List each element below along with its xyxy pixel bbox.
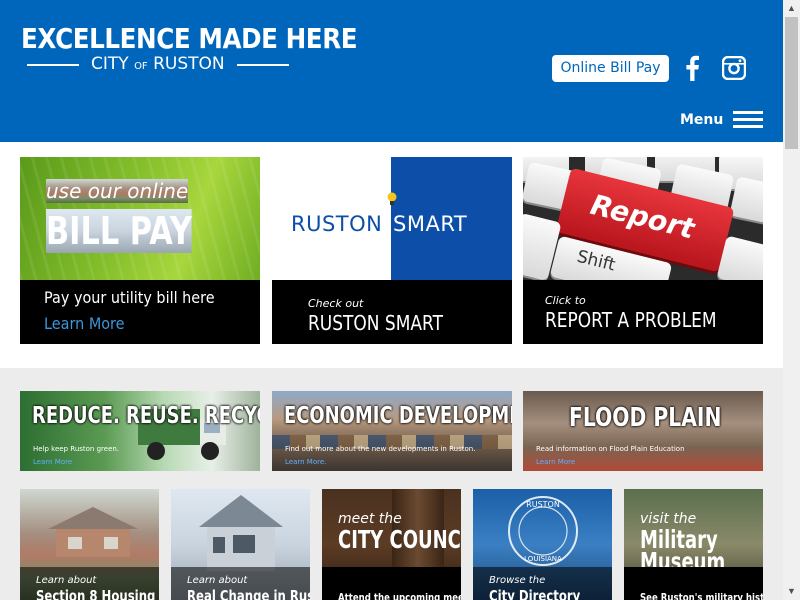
city-directory-tile[interactable]: RUSTON LOUISIANA Browse the City Directo…: [473, 489, 612, 600]
section-8-caption-small: Learn about: [36, 575, 97, 586]
report-problem-caption-small: Click to: [545, 294, 586, 307]
menu-toggle[interactable]: Menu: [680, 110, 764, 130]
ruston-smart-logo-image: RUSTON SMART: [272, 157, 512, 280]
seal-top-text: RUSTON: [526, 500, 560, 509]
ruston-smart-logo-left: RUSTON: [291, 212, 383, 236]
ruston-smart-caption-small: Check out: [308, 297, 364, 310]
city-council-tile[interactable]: meet the CITY COUNCIL Attend the upcomin…: [322, 489, 461, 600]
military-museum-tile[interactable]: visit the Military Museum See Ruston's m…: [624, 489, 763, 600]
lightbulb-icon: [387, 192, 397, 205]
recycle-tile-subtitle: Help keep Ruston green.: [33, 445, 120, 453]
real-change-caption-small: Learn about: [187, 575, 248, 586]
ruston-smart-logo-right: SMART: [393, 212, 468, 236]
house-photo: [48, 507, 138, 557]
flood-plain-tile[interactable]: FLOOD PLAIN Read information on Flood Pl…: [523, 391, 763, 471]
facebook-icon[interactable]: [683, 55, 701, 81]
flood-plain-learn-more-link[interactable]: Learn More: [536, 458, 575, 466]
page-scrollbar[interactable]: ▲ ▼: [783, 0, 800, 600]
city-directory-caption-big: City Directory: [489, 587, 581, 600]
recycle-tile-title: REDUCE. REUSE. RECYCLE.: [32, 403, 260, 429]
section-8-caption-big: Section 8 Housing: [36, 587, 156, 600]
site-logo-subtitle[interactable]: CITY OF RUSTON: [27, 54, 289, 74]
house-photo: [199, 495, 283, 571]
economic-development-subtitle: Find out more about the new developments…: [285, 445, 476, 453]
city-council-caption: Attend the upcoming meeting: [338, 591, 461, 600]
report-key-label: Report: [587, 188, 698, 246]
keyboard-report-image: Report Shift: [523, 157, 763, 280]
logo-city-name: CITY OF RUSTON: [91, 54, 225, 74]
hamburger-icon: [733, 111, 764, 129]
real-change-caption-big: Real Change in Ruston: [187, 587, 310, 600]
ruston-smart-feature-tile[interactable]: RUSTON SMART Check out RUSTON SMART: [272, 157, 512, 344]
bill-pay-overlay-small: use our online: [46, 179, 189, 203]
ruston-smart-caption: Check out RUSTON SMART: [272, 280, 512, 344]
site-logo-title[interactable]: EXCELLENCE MADE HERE: [21, 22, 358, 55]
real-change-tile[interactable]: Learn about Real Change in Ruston: [171, 489, 310, 600]
city-directory-caption-small: Browse the: [489, 575, 546, 586]
bill-pay-caption-text: Pay your utility bill here: [44, 288, 215, 307]
scroll-thumb[interactable]: [785, 17, 798, 149]
economic-development-learn-more-link[interactable]: Learn More.: [285, 458, 326, 466]
online-bill-pay-button[interactable]: Online Bill Pay: [552, 55, 669, 82]
logo-divider-left: [27, 64, 79, 66]
menu-label: Menu: [680, 112, 724, 128]
city-council-overlay-big: CITY COUNCIL: [338, 525, 461, 554]
site-header: EXCELLENCE MADE HERE CITY OF RUSTON Onli…: [0, 0, 783, 142]
section-8-housing-tile[interactable]: Learn about Section 8 Housing: [20, 489, 159, 600]
flood-plain-subtitle: Read information on Flood Plain Educatio…: [536, 445, 685, 453]
shift-key-label: Shift: [574, 246, 618, 276]
report-problem-caption-big: REPORT A PROBLEM: [545, 308, 717, 332]
scroll-up-arrow-icon[interactable]: ▲: [783, 0, 800, 17]
bill-pay-feature-tile[interactable]: use our online BILL PAY Pay your utility…: [20, 157, 260, 344]
report-problem-feature-tile[interactable]: Report Shift Click to REPORT A PROBLEM: [523, 157, 763, 344]
bill-pay-overlay-big: BILL PAY: [46, 209, 192, 253]
flood-plain-title: FLOOD PLAIN: [569, 403, 722, 433]
instagram-icon[interactable]: [722, 56, 746, 80]
economic-development-title: ECONOMIC DEVELOPMENT: [284, 403, 512, 429]
ruston-smart-caption-big: RUSTON SMART: [308, 311, 443, 335]
report-problem-caption: Click to REPORT A PROBLEM: [523, 280, 763, 344]
bill-pay-caption: Pay your utility bill here Learn More: [20, 280, 260, 344]
recycle-learn-more-link[interactable]: Learn More: [33, 458, 72, 466]
bill-pay-banner-image: use our online BILL PAY: [20, 157, 260, 280]
city-seal-icon: RUSTON LOUISIANA: [508, 496, 578, 566]
scroll-down-arrow-icon[interactable]: ▼: [783, 583, 800, 600]
logo-divider-right: [237, 64, 289, 66]
recycle-tile[interactable]: REDUCE. REUSE. RECYCLE. Help keep Ruston…: [20, 391, 260, 471]
military-museum-caption: See Ruston's military history: [640, 591, 763, 600]
economic-development-tile[interactable]: ECONOMIC DEVELOPMENT Find out more about…: [272, 391, 512, 471]
bill-pay-learn-more-link[interactable]: Learn More: [44, 314, 125, 333]
seal-bottom-text: LOUISIANA: [524, 555, 562, 563]
